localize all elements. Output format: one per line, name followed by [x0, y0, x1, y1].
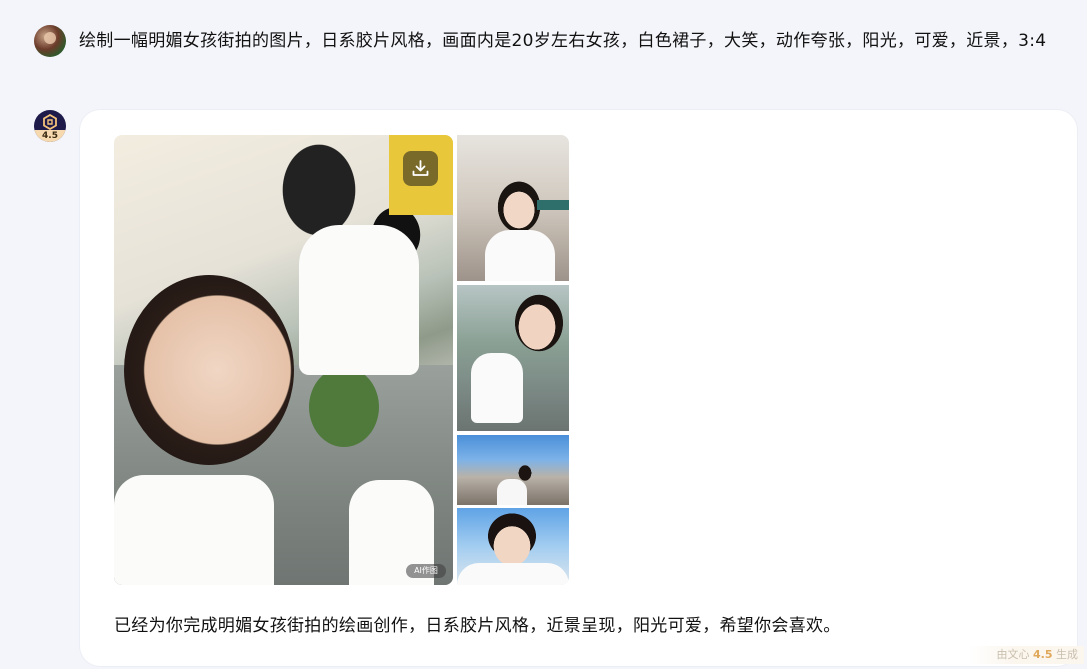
image-detail: [114, 475, 274, 585]
image-detail: [457, 563, 569, 585]
image-detail: [471, 353, 523, 423]
download-button[interactable]: [403, 151, 438, 186]
generated-by-label: 由文心 4.5 生成: [968, 646, 1084, 664]
download-icon: [412, 160, 429, 176]
generated-by-version: 4.5: [1033, 648, 1053, 661]
image-detail: [497, 479, 527, 505]
user-avatar[interactable]: [34, 25, 66, 57]
bot-reply-text: 已经为你完成明媚女孩街拍的绘画创作，日系胶片风格，近景呈现，阳光可爱，希望你会喜…: [114, 616, 841, 636]
ai-generated-badge: AI作图: [406, 564, 446, 578]
generated-by-prefix: 由文心: [996, 648, 1030, 661]
image-detail: [537, 200, 569, 210]
user-message-row: 绘制一幅明媚女孩街拍的图片，日系胶片风格，画面内是20岁左右女孩，白色裙子，大笑…: [0, 0, 1087, 100]
bot-avatar-version: 4.5: [34, 130, 66, 142]
image-detail: [124, 275, 294, 465]
generated-image-thumb-2[interactable]: [457, 285, 569, 431]
image-detail: [299, 225, 419, 375]
image-gallery: AI作图: [114, 135, 569, 585]
generated-by-suffix: 生成: [1056, 648, 1078, 661]
generated-image-thumb-4[interactable]: [457, 508, 569, 585]
ernie-logo-icon: [43, 114, 57, 130]
generated-image-main[interactable]: AI作图: [114, 135, 453, 585]
image-detail: [485, 230, 555, 281]
generated-image-thumb-1[interactable]: [457, 135, 569, 281]
bot-reply-bubble: AI作图 已经为你完成明媚女孩街拍的绘画创作，日系胶片风格，近景呈现，阳光可爱，…: [80, 110, 1077, 666]
bot-avatar[interactable]: 4.5: [34, 110, 66, 142]
generated-image-thumb-3[interactable]: [457, 435, 569, 505]
user-message-text: 绘制一幅明媚女孩街拍的图片，日系胶片风格，画面内是20岁左右女孩，白色裙子，大笑…: [79, 31, 1047, 51]
image-detail: [309, 367, 379, 447]
